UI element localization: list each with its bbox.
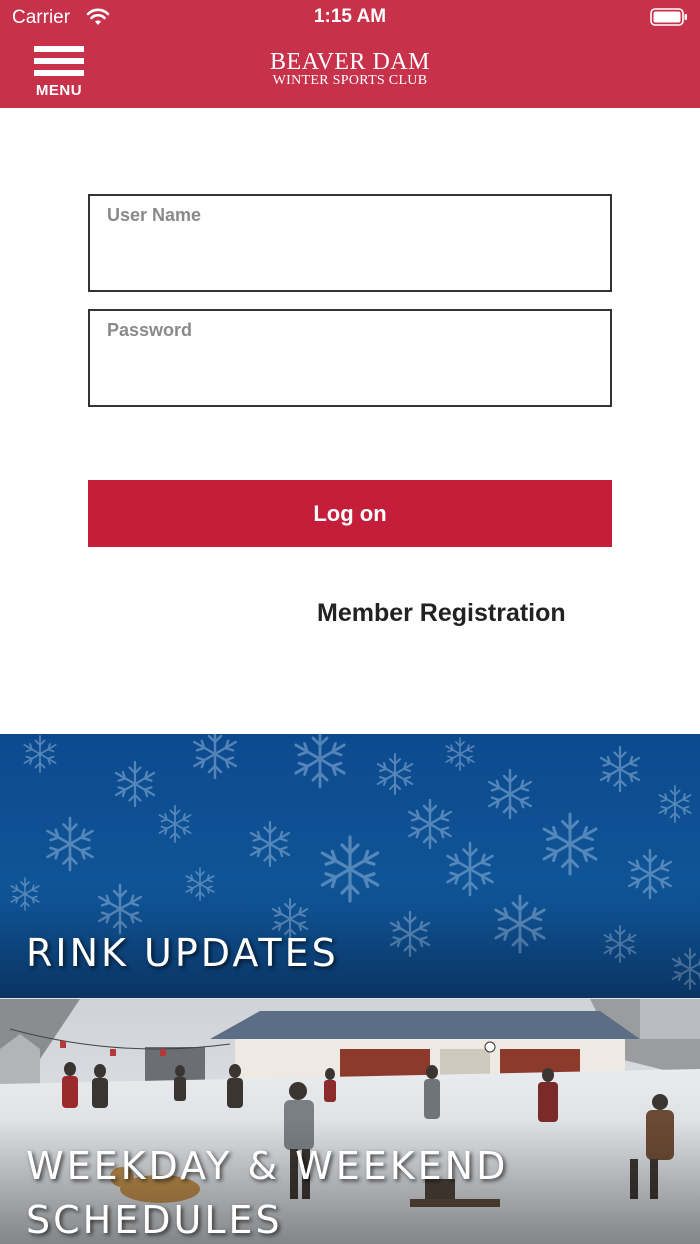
schedules-title: WEEKDAY & WEEKEND SCHEDULES — [26, 1139, 508, 1244]
menu-label: MENU — [35, 82, 83, 99]
username-placeholder: User Name — [107, 205, 202, 225]
app-header: MENU BEAVER DAM WINTER SPORTS CLUB — [0, 36, 700, 108]
battery-full-icon — [650, 8, 687, 26]
menu-button[interactable]: MENU — [30, 44, 88, 100]
logon-button[interactable]: Log on — [88, 480, 612, 547]
club-logo: BEAVER DAM WINTER SPORTS CLUB — [200, 50, 500, 88]
schedules-title-line-1: WEEKDAY & WEEKEND — [26, 1144, 509, 1188]
logo-line-2: WINTER SPORTS CLUB — [272, 73, 428, 88]
member-registration-link[interactable]: Member Registration — [317, 599, 566, 628]
password-placeholder: Password — [107, 320, 193, 340]
status-bar: Carrier 1:15 AM — [0, 0, 700, 36]
logo-line-1: BEAVER DAM — [270, 49, 430, 75]
schedules-tile[interactable]: WEEKDAY & WEEKEND SCHEDULES — [0, 999, 700, 1244]
username-field[interactable]: User Name — [88, 194, 612, 292]
rink-updates-title: RINK UPDATES — [26, 931, 339, 975]
password-input[interactable] — [106, 351, 598, 393]
password-field[interactable]: Password — [88, 309, 612, 407]
schedules-title-line-2: SCHEDULES — [26, 1198, 283, 1242]
rink-updates-tile[interactable]: RINK UPDATES — [0, 734, 700, 998]
username-input[interactable] — [106, 236, 598, 278]
status-time: 1:15 AM — [313, 6, 387, 27]
